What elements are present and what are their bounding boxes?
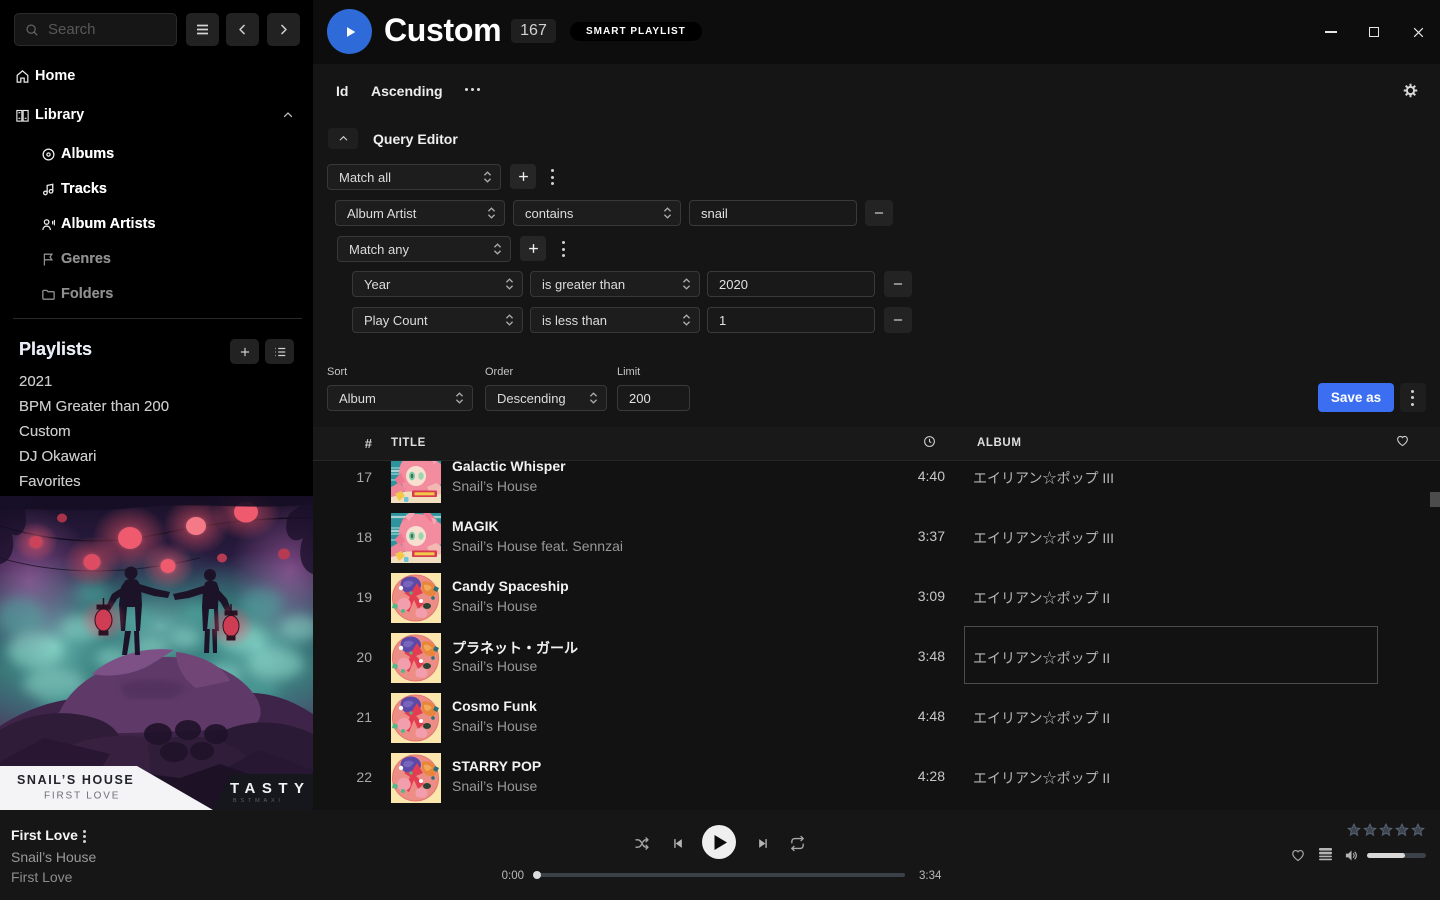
svg-text:SNAIL’S HOUSE: SNAIL’S HOUSE	[17, 773, 134, 787]
svg-text:TASTY: TASTY	[230, 780, 311, 797]
svg-text:FIRST LOVE: FIRST LOVE	[44, 791, 120, 802]
svg-text:BSTMAXI: BSTMAXI	[233, 798, 284, 804]
